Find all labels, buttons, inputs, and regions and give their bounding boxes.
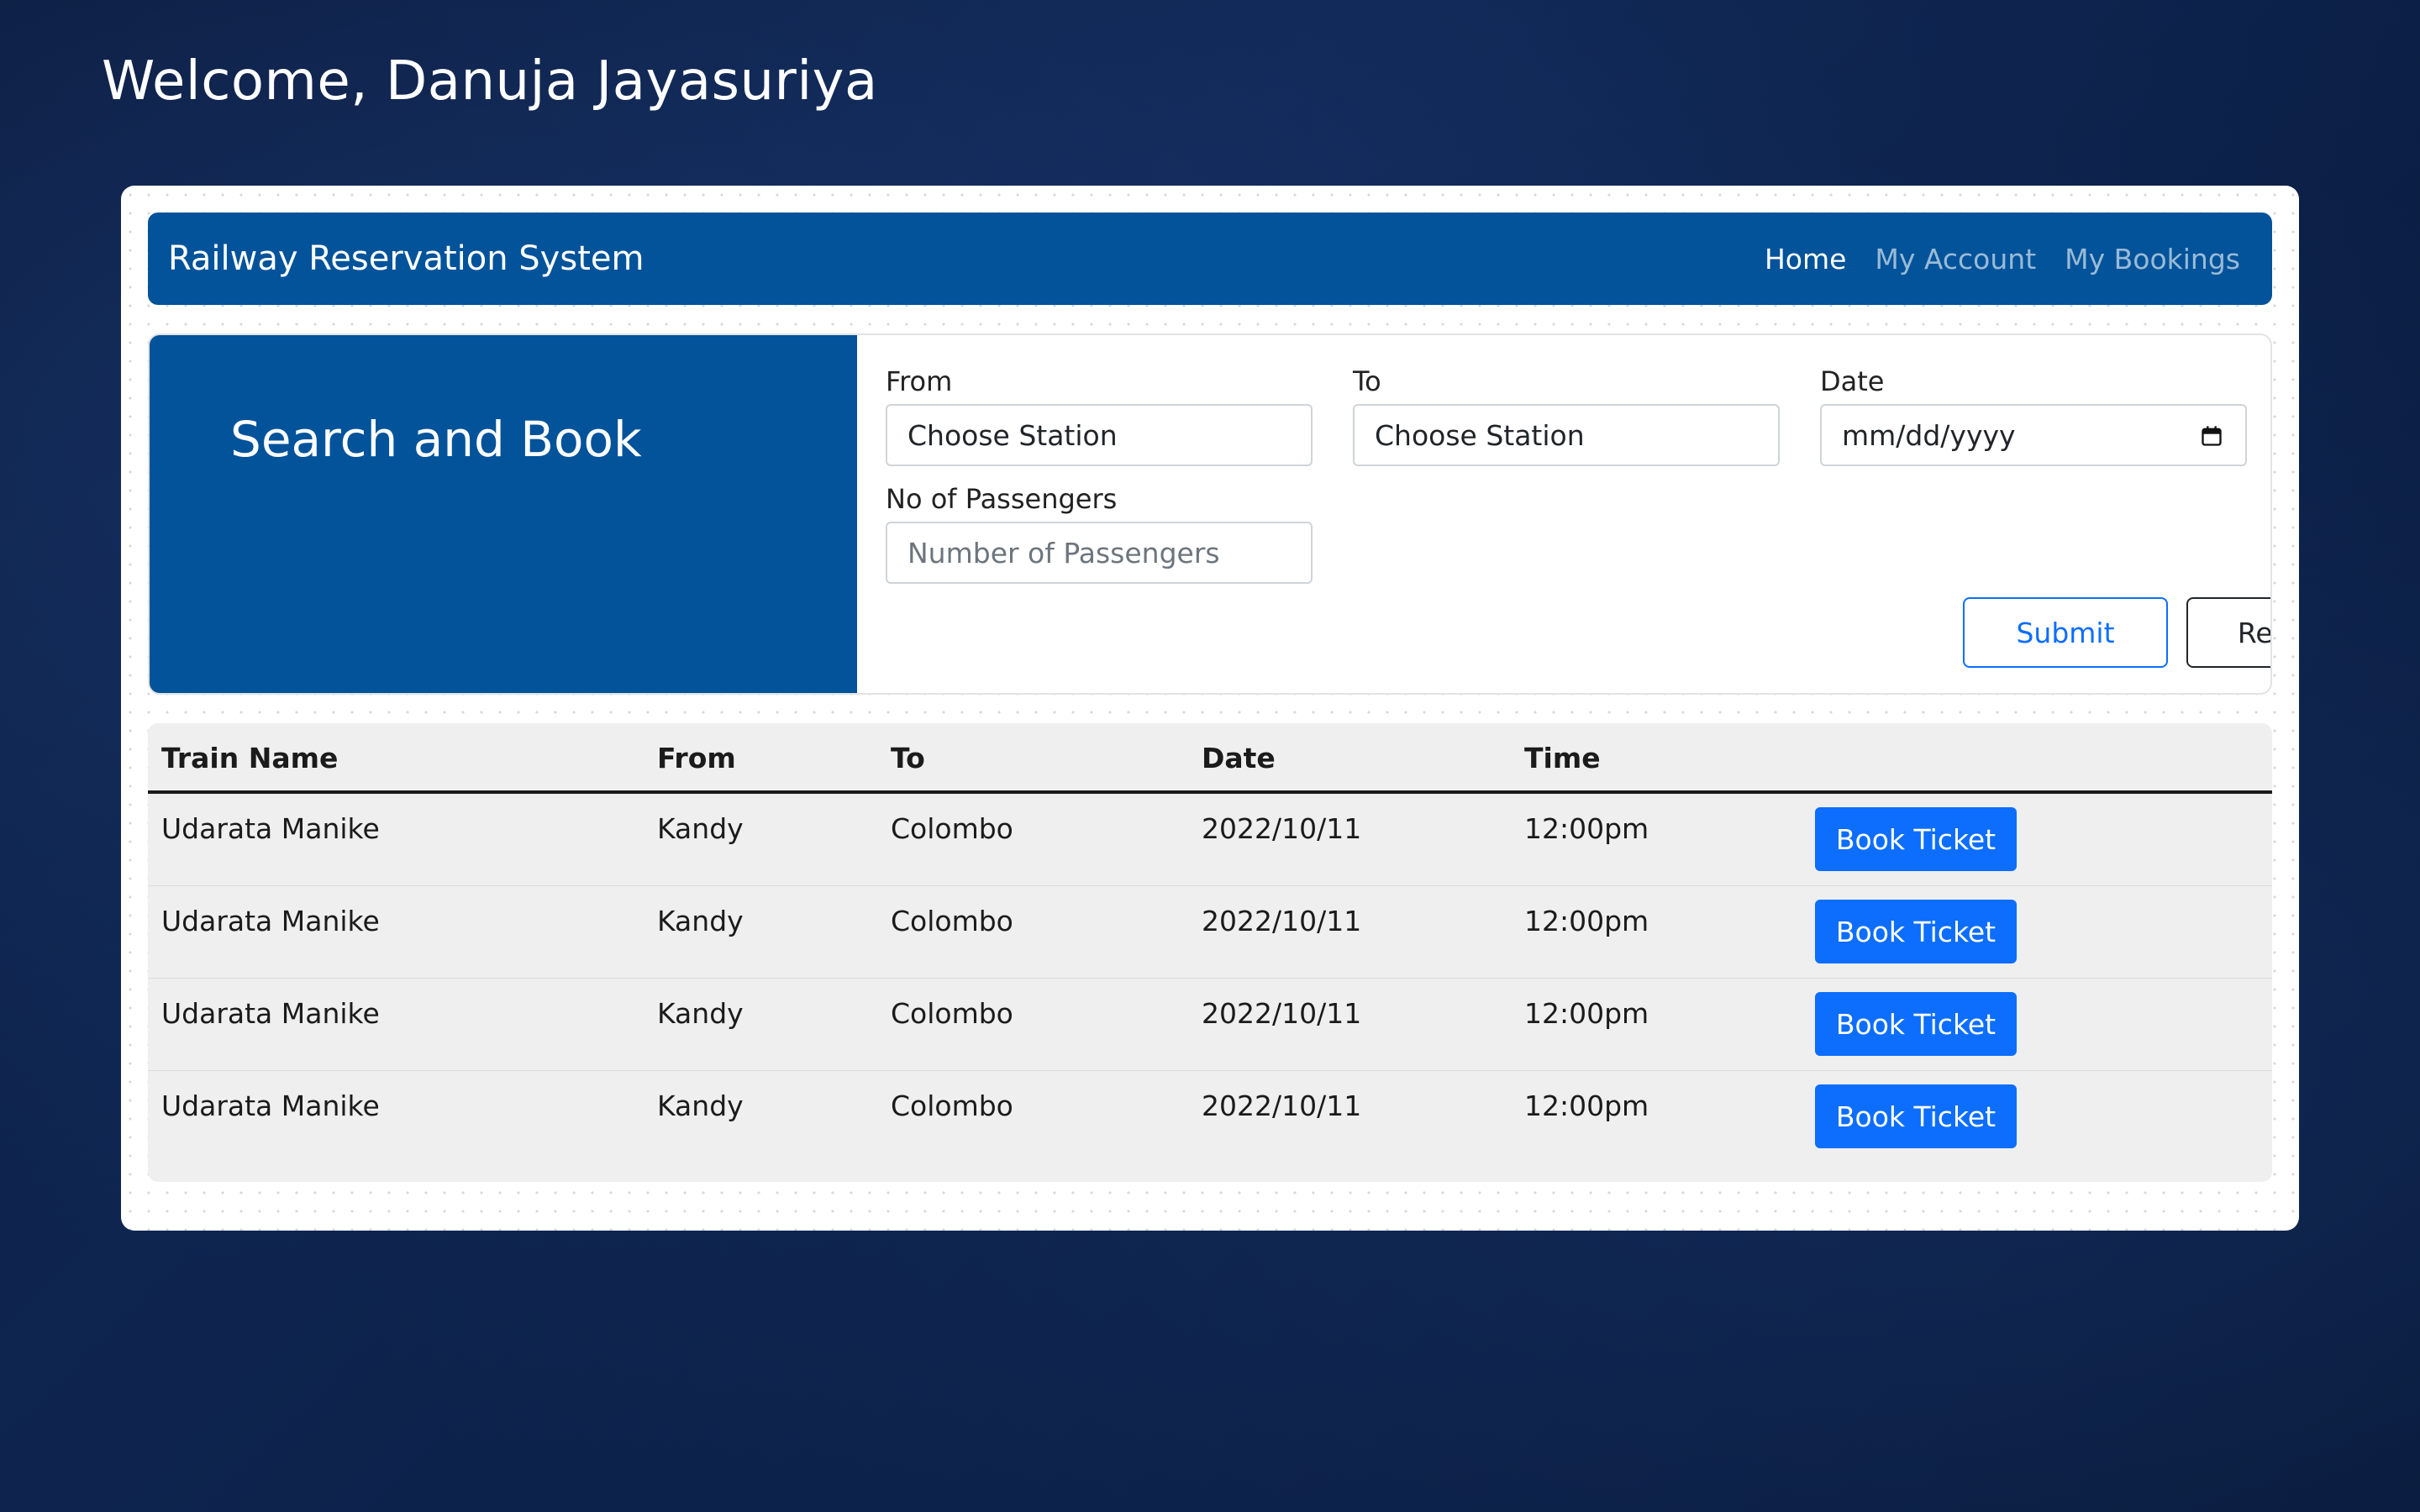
book-ticket-button[interactable]: Book Ticket — [1815, 900, 2017, 963]
header-time: Time — [1524, 742, 1601, 774]
trains-table: Train Name From To Date Time Udarata Man… — [148, 723, 2272, 1182]
table-row: Udarata Manike Kandy Colombo 2022/10/11 … — [148, 1071, 2272, 1163]
passengers-input[interactable]: Number of Passengers — [886, 522, 1313, 584]
from-select[interactable]: Choose Station — [886, 404, 1313, 466]
to-select[interactable]: Choose Station — [1353, 404, 1780, 466]
cell-train-name: Udarata Manike — [161, 905, 380, 937]
cell-date: 2022/10/11 — [1202, 1089, 1362, 1122]
book-ticket-button[interactable]: Book Ticket — [1815, 807, 2017, 871]
nav-my-bookings[interactable]: My Bookings — [2065, 243, 2240, 276]
table-row: Udarata Manike Kandy Colombo 2022/10/11 … — [148, 794, 2272, 886]
cell-to: Colombo — [891, 812, 1013, 845]
brand-title[interactable]: Railway Reservation System — [168, 239, 644, 278]
cell-to: Colombo — [891, 905, 1013, 937]
cell-date: 2022/10/11 — [1202, 997, 1362, 1030]
search-banner: Search and Book — [150, 335, 857, 693]
cell-time: 12:00pm — [1524, 812, 1649, 845]
header-date: Date — [1202, 742, 1276, 774]
cell-time: 12:00pm — [1524, 1089, 1649, 1122]
cell-from: Kandy — [657, 812, 744, 845]
date-input[interactable]: mm/dd/yyyy — [1820, 404, 2247, 466]
welcome-heading: Welcome, Danuja Jayasuriya — [102, 50, 878, 113]
cell-to: Colombo — [891, 1089, 1013, 1122]
nav-home[interactable]: Home — [1765, 243, 1846, 276]
table-header: Train Name From To Date Time — [148, 723, 2272, 794]
nav-links: Home My Account My Bookings — [1765, 243, 2240, 276]
cell-time: 12:00pm — [1524, 905, 1649, 937]
table-row: Udarata Manike Kandy Colombo 2022/10/11 … — [148, 979, 2272, 1071]
cell-train-name: Udarata Manike — [161, 1089, 380, 1122]
cell-from: Kandy — [657, 1089, 744, 1122]
search-title: Search and Book — [230, 411, 642, 468]
header-train-name: Train Name — [161, 742, 339, 774]
book-ticket-button[interactable]: Book Ticket — [1815, 992, 2017, 1056]
cell-to: Colombo — [891, 997, 1013, 1030]
cell-date: 2022/10/11 — [1202, 905, 1362, 937]
header-from: From — [657, 742, 736, 774]
cell-date: 2022/10/11 — [1202, 812, 1362, 845]
main-card: Railway Reservation System Home My Accou… — [121, 186, 2299, 1231]
from-label: From — [886, 365, 953, 397]
nav-my-account[interactable]: My Account — [1875, 243, 2036, 276]
passengers-label: No of Passengers — [886, 483, 1118, 515]
search-panel: Search and Book From Choose Station To C… — [148, 333, 2272, 695]
cell-from: Kandy — [657, 997, 744, 1030]
submit-button[interactable]: Submit — [1963, 597, 2168, 668]
reset-button[interactable]: Reset — [2186, 597, 2270, 668]
header-to: To — [891, 742, 925, 774]
cell-train-name: Udarata Manike — [161, 997, 380, 1030]
table-row: Udarata Manike Kandy Colombo 2022/10/11 … — [148, 886, 2272, 979]
date-label: Date — [1820, 365, 1885, 397]
cell-train-name: Udarata Manike — [161, 812, 380, 845]
cell-time: 12:00pm — [1524, 997, 1649, 1030]
book-ticket-button[interactable]: Book Ticket — [1815, 1084, 2017, 1148]
date-input-value: mm/dd/yyyy — [1842, 418, 2016, 452]
calendar-icon[interactable] — [2200, 424, 2223, 448]
to-label: To — [1353, 365, 1381, 397]
navbar: Railway Reservation System Home My Accou… — [148, 213, 2272, 305]
cell-from: Kandy — [657, 905, 744, 937]
